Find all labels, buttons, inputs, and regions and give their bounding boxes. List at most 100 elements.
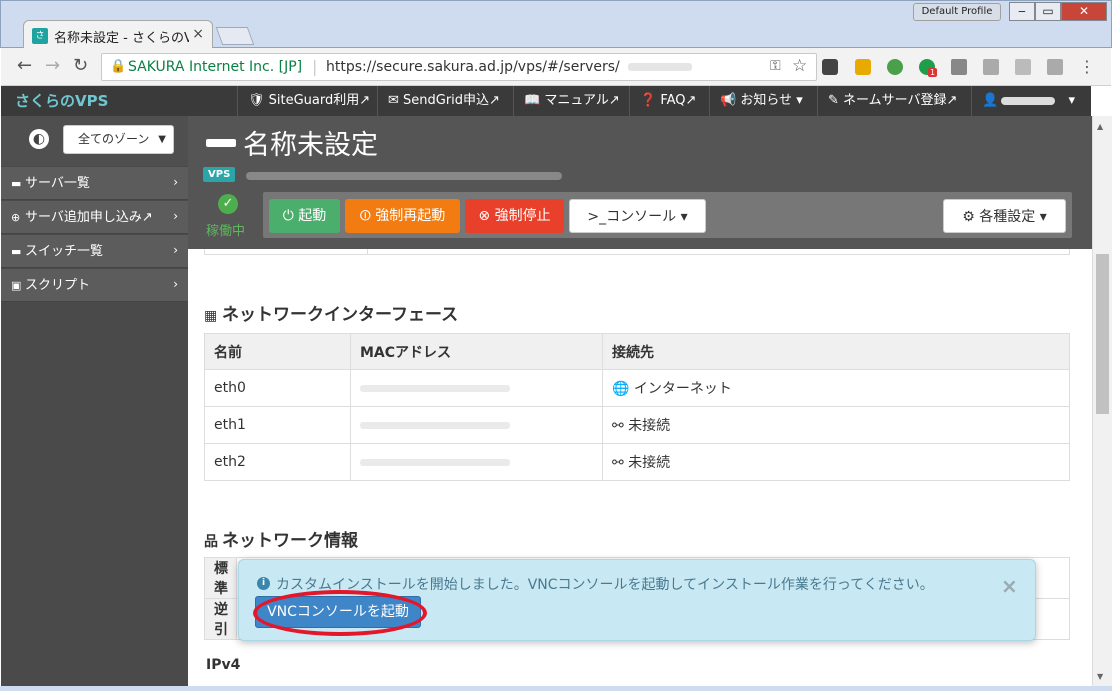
nav-faq[interactable]: ❓ FAQ↗ bbox=[629, 86, 706, 116]
server-icon bbox=[206, 139, 236, 147]
tab-close-icon[interactable]: × bbox=[192, 26, 204, 42]
launch-vnc-console-button[interactable]: VNCコンソールを起動 bbox=[253, 590, 427, 636]
console-dropdown[interactable]: >_コンソール ▾ bbox=[569, 199, 706, 233]
force-reboot-button[interactable]: ⏼ 強制再起動 bbox=[345, 199, 460, 233]
section-title: ネットワーク情報 bbox=[222, 531, 358, 551]
interface-name: eth1 bbox=[204, 406, 351, 444]
pocket-icon[interactable] bbox=[822, 59, 838, 75]
connection: 🌐 インターネット bbox=[602, 369, 1070, 407]
row-label: 標準 bbox=[204, 557, 237, 599]
action-toolbar: ⏻ 起動 ⏼ 強制再起動 ⊗ 強制停止 >_コンソール ▾ ⚙ 各種設定 ▾ bbox=[263, 192, 1072, 238]
caret-down-icon: ▼ bbox=[158, 134, 166, 145]
scrollbar[interactable]: ▲ ▼ bbox=[1092, 116, 1112, 686]
chevron-right-icon: › bbox=[173, 277, 178, 291]
username-redacted bbox=[1001, 97, 1055, 105]
mac-address bbox=[350, 369, 603, 407]
site-navbar: さくらのVPS 🛡 SiteGuard利用↗ ✉ SendGrid申込↗ 📖 マ… bbox=[1, 86, 1091, 116]
sidebar-item-add-server[interactable]: ⊕ サーバ追加申し込み↗ › bbox=[1, 201, 188, 234]
script-icon: ▣ bbox=[11, 279, 22, 292]
mac-redacted bbox=[360, 458, 510, 466]
column-header: MACアドレス bbox=[350, 333, 603, 370]
sidebar-item-scripts[interactable]: ▣ スクリプト › bbox=[1, 269, 188, 302]
chevron-right-icon: › bbox=[173, 243, 178, 257]
table-row: eth2 ⚯ 未接続 bbox=[204, 443, 1070, 481]
profile-button[interactable]: Default Profile bbox=[913, 3, 1001, 21]
sidebar-item-servers[interactable]: ▬ サーバ一覧 › bbox=[1, 167, 188, 200]
nav-sendgrid[interactable]: ✉ SendGrid申込↗ bbox=[377, 86, 510, 116]
new-tab-button[interactable] bbox=[215, 27, 255, 45]
scroll-down-icon[interactable]: ▼ bbox=[1097, 672, 1103, 681]
sidebar-item-label: サーバ追加申し込み↗ bbox=[25, 210, 153, 225]
sidebar: ◐ 全てのゾーン ▼ ▬ サーバ一覧 › ⊕ サーバ追加申し込み↗ › ▬ スイ… bbox=[1, 116, 188, 686]
dropbox-icon[interactable] bbox=[1015, 59, 1031, 75]
url-text[interactable]: https://secure.sakura.ad.jp/vps/#/server… bbox=[326, 59, 620, 75]
plus-circle-icon: ⊕ bbox=[11, 211, 21, 224]
menu-icon[interactable]: ⋮ bbox=[1079, 59, 1095, 75]
mac-address bbox=[350, 406, 603, 444]
address-bar[interactable]: 🔒 SAKURA Internet Inc. [JP] | https://se… bbox=[101, 53, 817, 81]
connection: ⚯ 未接続 bbox=[602, 443, 1070, 481]
s-extension-icon[interactable] bbox=[951, 59, 967, 75]
force-stop-button[interactable]: ⊗ 強制停止 bbox=[465, 199, 564, 233]
table-divider bbox=[367, 249, 368, 255]
sitemap-icon: 品 bbox=[204, 534, 218, 550]
nav-siteguard[interactable]: 🛡 SiteGuard利用↗ bbox=[237, 86, 380, 116]
column-header: 接続先 bbox=[602, 333, 1070, 370]
section-network-interfaces: ▦ ネットワークインターフェース bbox=[204, 300, 458, 325]
settings-dropdown[interactable]: ⚙ 各種設定 ▾ bbox=[943, 199, 1066, 233]
interface-name: eth0 bbox=[204, 369, 351, 407]
vps-badge: VPS bbox=[203, 167, 236, 182]
user-caret-icon: ▾ bbox=[1068, 93, 1075, 108]
zone-select-value: 全てのゾーン bbox=[78, 132, 150, 146]
extension-icon[interactable] bbox=[855, 59, 871, 75]
key-icon[interactable]: ⚿ bbox=[770, 58, 781, 74]
column-header: 名前 bbox=[204, 333, 351, 370]
browser-tab[interactable]: さ 名称未設定 - さくらのVPS × bbox=[23, 20, 213, 50]
lock-icon: 🔒 bbox=[110, 59, 127, 74]
hostname-redacted bbox=[246, 172, 562, 180]
nav-news[interactable]: 📢 お知らせ ▾ bbox=[709, 86, 813, 116]
server-header: 名称未設定 VPS ✓ 稼働中 ⏻ 起動 ⏼ 強制再起動 ⊗ 強制停止 >_コン… bbox=[188, 116, 1092, 249]
ethernet-icon: ▦ bbox=[204, 308, 218, 324]
table-row: eth1 ⚯ 未接続 bbox=[204, 406, 1070, 444]
browser-titlebar: さ 名称未設定 - さくらのVPS × Default Profile ‒ ▭ … bbox=[0, 0, 1112, 50]
pdf-icon[interactable] bbox=[1047, 59, 1063, 75]
scrollbar-thumb[interactable] bbox=[1096, 254, 1109, 414]
nav-nameserver[interactable]: ✎ ネームサーバ登録↗ bbox=[817, 86, 967, 116]
drive-icon[interactable] bbox=[983, 59, 999, 75]
previous-table-edge bbox=[204, 249, 1070, 255]
forward-icon[interactable]: → bbox=[45, 55, 60, 76]
table-header-row: 名前 MACアドレス 接続先 bbox=[204, 333, 1070, 370]
connection: ⚯ 未接続 bbox=[602, 406, 1070, 444]
maximize-icon[interactable]: ▭ bbox=[1035, 2, 1061, 21]
sidebar-item-switches[interactable]: ▬ スイッチ一覧 › bbox=[1, 235, 188, 268]
page-title: 名称未設定 bbox=[243, 130, 378, 161]
close-icon[interactable]: × bbox=[1001, 574, 1018, 598]
ipv4-heading: IPv4 bbox=[206, 657, 241, 673]
nav-manual[interactable]: 📖 マニュアル↗ bbox=[513, 86, 630, 116]
minimize-icon[interactable]: ‒ bbox=[1009, 2, 1035, 21]
browser-toolbar: ← → ↻ 🔒 SAKURA Internet Inc. [JP] | http… bbox=[1, 48, 1111, 86]
bookmark-star-icon[interactable]: ☆ bbox=[792, 56, 807, 76]
scroll-up-icon[interactable]: ▲ bbox=[1097, 122, 1103, 131]
chevron-right-icon: › bbox=[173, 209, 178, 223]
evernote-icon[interactable] bbox=[887, 59, 903, 75]
check-circle-icon: ✓ bbox=[218, 194, 238, 214]
window-close-icon[interactable]: ✕ bbox=[1061, 2, 1107, 21]
highlight-ellipse bbox=[253, 590, 427, 636]
chevron-right-icon: › bbox=[173, 175, 178, 189]
mac-redacted bbox=[360, 421, 510, 429]
start-button[interactable]: ⏻ 起動 bbox=[269, 199, 340, 233]
site-identity[interactable]: SAKURA Internet Inc. [JP] bbox=[128, 59, 302, 75]
interface-name: eth2 bbox=[204, 443, 351, 481]
zone-select[interactable]: 全てのゾーン ▼ bbox=[63, 125, 174, 154]
logo[interactable]: さくらのVPS bbox=[15, 90, 108, 111]
reload-icon[interactable]: ↻ bbox=[73, 55, 88, 76]
interfaces-table: 名前 MACアドレス 接続先 eth0 🌐 インターネット eth1 ⚯ 未接続… bbox=[204, 333, 1070, 481]
url-separator: | bbox=[312, 57, 318, 76]
sidebar-item-label: スクリプト bbox=[25, 278, 91, 293]
mac-address bbox=[350, 443, 603, 481]
globe-icon: ◐ bbox=[29, 129, 49, 149]
table-row: eth0 🌐 インターネット bbox=[204, 369, 1070, 407]
back-icon[interactable]: ← bbox=[17, 55, 32, 76]
